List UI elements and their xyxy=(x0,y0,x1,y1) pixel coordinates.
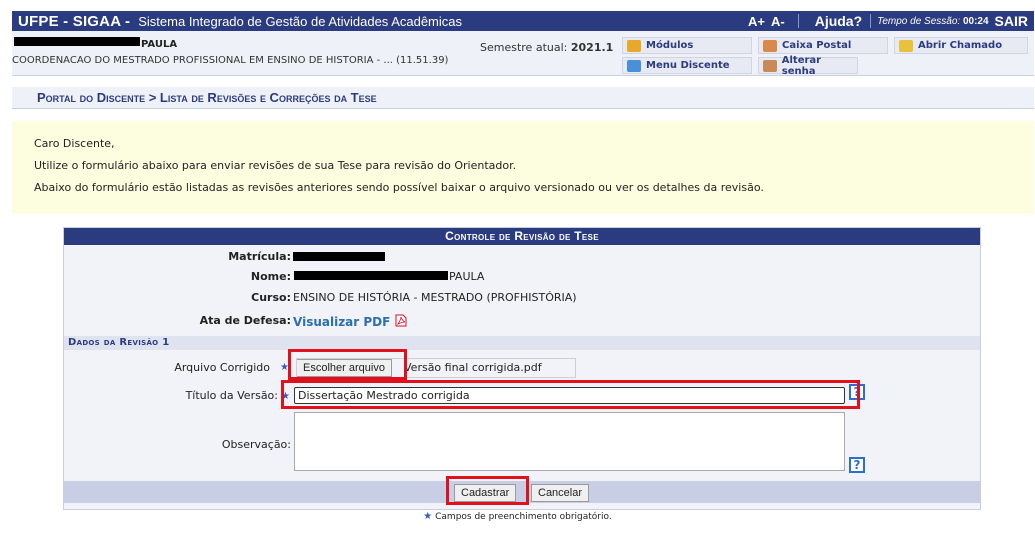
mailbox-icon xyxy=(763,39,777,52)
arquivo-label: Arquivo Corrigido xyxy=(174,361,270,374)
modules-icon xyxy=(627,39,641,52)
brand-title: UFPE - SIGAA - xyxy=(18,12,131,30)
curso-label: Curso: xyxy=(251,291,291,304)
user-name: PAULA xyxy=(141,39,178,50)
intro-greeting: Caro Discente, xyxy=(34,137,115,150)
redacted-matricula xyxy=(293,252,385,261)
titulo-input[interactable]: Dissertação Mestrado corrigida xyxy=(294,387,845,404)
note-text: Campos de preenchimento obrigatório. xyxy=(435,512,612,522)
observacao-label: Observação: xyxy=(221,438,291,451)
ata-pdf-link[interactable]: Visualizar PDF xyxy=(293,313,407,329)
breadcrumb: Portal do Discente > Lista de Revisões e… xyxy=(12,87,1034,109)
ata-pdf-link-label: Visualizar PDF xyxy=(293,315,391,329)
top-bar-actions: A+ A- Ajuda? Tempo de Sessão: 00:24 SAIR xyxy=(735,11,1034,31)
caixa-postal-label: Caixa Postal xyxy=(782,40,852,51)
nome-label: Nome: xyxy=(250,270,291,283)
ata-label: Ata de Defesa: xyxy=(199,314,291,327)
intro-line-1: Utilize o formulário abaixo para enviar … xyxy=(34,159,517,172)
caixa-postal-button[interactable]: Caixa Postal xyxy=(758,37,888,54)
alterar-senha-label: Alterar senha xyxy=(781,54,822,77)
abrir-chamado-label: Abrir Chamado xyxy=(918,40,1003,51)
form-title: Controle de Revisão de Tese xyxy=(64,228,980,245)
arquivo-required-star: ★ xyxy=(280,362,289,373)
matricula-label: Matrícula: xyxy=(228,250,291,263)
session-time: 00:24 xyxy=(962,15,989,27)
cadastrar-button[interactable]: Cadastrar xyxy=(454,484,517,502)
abrir-chamado-button[interactable]: Abrir Chamado xyxy=(894,37,1028,54)
system-name: Sistema Integrado de Gestão de Atividade… xyxy=(138,13,462,29)
session-timer: Tempo de Sessão: 00:24 xyxy=(871,16,994,27)
current-semester: Semestre atual: 2021.1 xyxy=(480,41,613,54)
user-key-icon xyxy=(763,59,777,72)
titulo-help-icon[interactable]: ? xyxy=(849,384,865,400)
menu-discente-label: Menu Discente xyxy=(646,60,730,71)
form-footer: Cadastrar Cancelar xyxy=(64,481,980,503)
modulos-label: Módulos xyxy=(646,40,694,51)
required-fields-note: ★ Campos de preenchimento obrigatório. xyxy=(0,511,1035,522)
font-decrease-button[interactable]: A- xyxy=(771,14,785,29)
section-title: Dados da Revisão 1 xyxy=(64,336,980,350)
pdf-icon xyxy=(395,314,407,327)
note-star: ★ xyxy=(423,511,433,522)
ticket-icon xyxy=(899,39,913,52)
nome-value: PAULA xyxy=(449,270,485,283)
alterar-senha-button[interactable]: Alterar senha xyxy=(758,54,858,77)
semester-label: Semestre atual: xyxy=(480,41,568,54)
redacted-nome xyxy=(294,271,448,280)
intro-line-2: Abaixo do formulário estão listadas as r… xyxy=(34,181,764,194)
logout-button[interactable]: SAIR xyxy=(995,13,1034,29)
menu-arrow-icon xyxy=(627,59,641,72)
top-bar: UFPE - SIGAA - Sistema Integrado de Gest… xyxy=(12,11,1034,31)
semester-value: 2021.1 xyxy=(570,41,614,54)
revision-form: Controle de Revisão de Tese Matrícula: N… xyxy=(63,227,981,510)
modulos-button[interactable]: Módulos xyxy=(622,37,752,54)
user-unit: COORDENACAO DO MESTRADO PROFISSIONAL EM … xyxy=(12,55,449,66)
cancelar-button[interactable]: Cancelar xyxy=(531,484,590,502)
observacao-help-icon[interactable]: ? xyxy=(849,457,865,473)
user-info-strip: PAULA COORDENACAO DO MESTRADO PROFISSION… xyxy=(12,31,1034,77)
titulo-required-star: ★ xyxy=(281,391,290,402)
observacao-textarea[interactable] xyxy=(294,412,845,471)
arquivo-filename: Versão final corrigida.pdf xyxy=(404,361,542,374)
titulo-label: Título da Versão: xyxy=(185,389,278,402)
menu-discente-button[interactable]: Menu Discente xyxy=(622,57,752,74)
choose-file-button[interactable]: Escolher arquivo xyxy=(296,359,392,377)
session-label: Tempo de Sessão: xyxy=(877,15,961,27)
intro-message: Caro Discente, Utilize o formulário abai… xyxy=(12,121,1034,214)
help-link[interactable]: Ajuda? xyxy=(799,13,872,29)
curso-value: ENSINO DE HISTÓRIA - MESTRADO (PROFHISTÓ… xyxy=(293,291,577,304)
font-size-controls: A+ A- xyxy=(735,14,799,29)
redacted-name-block xyxy=(14,37,140,46)
font-increase-button[interactable]: A+ xyxy=(748,14,765,29)
